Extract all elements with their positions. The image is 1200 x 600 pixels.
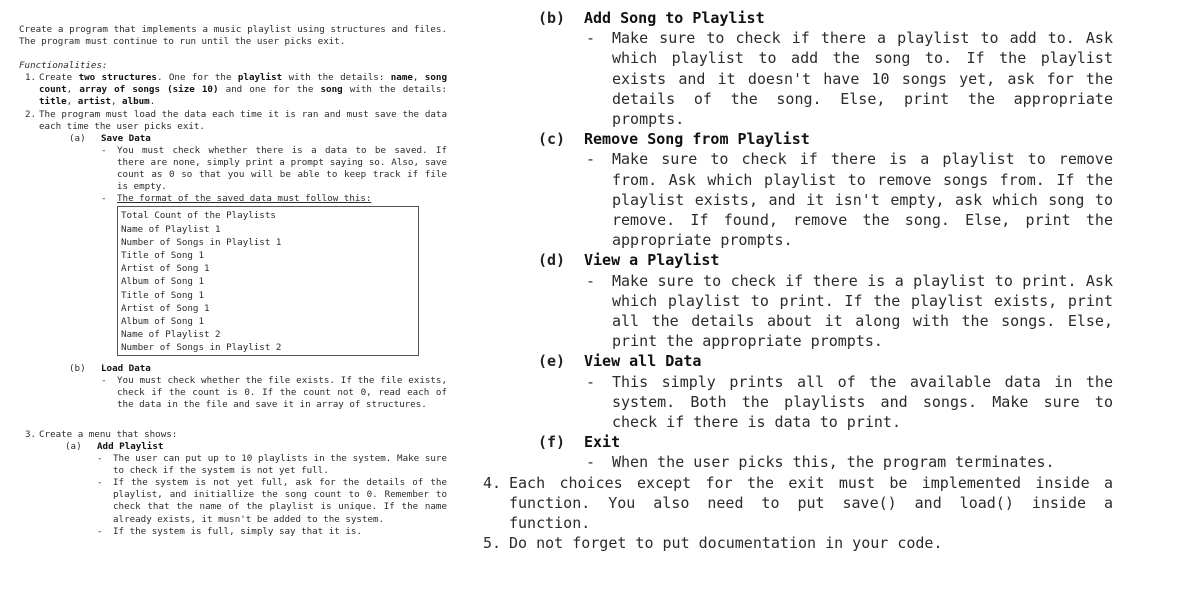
view-playlist-bullet: - Make sure to check if there is a playl… xyxy=(586,271,1113,351)
requirement-item-4: 4. Each choices except for the exit must… xyxy=(483,473,1113,534)
format-line: Total Count of the Playlists xyxy=(121,210,276,222)
format-line: Artist of Song 1 xyxy=(121,263,210,275)
save-data-heading: Save Data xyxy=(101,132,151,144)
add-playlist-section: (a) Add Playlist - The user can put up t… xyxy=(65,441,447,538)
item-number: 4. xyxy=(483,473,502,492)
sub-letter: (e) xyxy=(538,352,566,371)
save-data-section: (a) Save Data - You must check whether t… xyxy=(69,133,447,356)
add-playlist-bullet-3: - If the system is full, simply say that… xyxy=(97,525,362,537)
sub-letter: (d) xyxy=(538,251,566,270)
requirement-item-5: 5. Do not forget to put documentation in… xyxy=(483,533,1113,553)
add-playlist-bullet-1: - The user can put up to 10 playlists in… xyxy=(97,453,447,477)
dash-bullet: - xyxy=(97,525,103,537)
add-playlist-heading: Add Playlist xyxy=(97,441,164,453)
format-line: Number of Songs in Playlist 1 xyxy=(121,236,282,248)
dash-bullet: - xyxy=(586,372,596,391)
dash-bullet: - xyxy=(97,453,103,465)
right-document-page: (b) Add Song to Playlist - Make sure to … xyxy=(483,8,1113,553)
sub-letter: (c) xyxy=(538,130,566,149)
format-line: Artist of Song 1 xyxy=(121,302,210,314)
load-data-section: (b) Load Data - You must check whether t… xyxy=(69,363,447,411)
load-data-heading: Load Data xyxy=(101,362,151,374)
dash-bullet: - xyxy=(586,453,596,472)
item-number: 5. xyxy=(483,534,502,553)
add-song-section: (b) Add Song to Playlist - Make sure to … xyxy=(538,8,1113,129)
remove-song-bullet: - Make sure to check if there is a playl… xyxy=(586,150,1113,250)
item-4-text: Each choices except for the exit must be… xyxy=(509,473,1113,533)
functionalities-label: Functionalities: xyxy=(19,60,108,72)
left-document-page: Create a program that implements a music… xyxy=(19,24,447,538)
format-line: Name of Playlist 2 xyxy=(121,329,221,341)
view-all-data-section: (e) View all Data - This simply prints a… xyxy=(538,351,1113,432)
item-1-text: Create two structures. One for the playl… xyxy=(39,72,447,108)
item-5-text: Do not forget to put documentation in yo… xyxy=(509,534,943,553)
item-3-text: Create a menu that shows: xyxy=(39,428,178,440)
requirement-item-1: 1. Create two structures. One for the pl… xyxy=(19,72,447,108)
requirement-item-3: 3. Create a menu that shows: xyxy=(19,429,447,441)
sub-letter: (f) xyxy=(538,433,566,452)
load-data-bullet-1: - You must check whether the file exists… xyxy=(101,374,447,410)
view-playlist-heading: View a Playlist xyxy=(584,251,720,270)
requirement-item-2: 2. The program must load the data each t… xyxy=(19,109,447,133)
add-song-bullet: - Make sure to check if there a playlist… xyxy=(586,29,1113,129)
format-line: Title of Song 1 xyxy=(121,249,204,261)
save-data-bullet-1: - You must check whether there is a data… xyxy=(101,144,447,193)
exit-bullet: - When the user picks this, the program … xyxy=(586,453,1055,472)
format-line: Number of Songs in Playlist 2 xyxy=(121,342,282,354)
format-line: Title of Song 1 xyxy=(121,289,204,301)
dash-bullet: - xyxy=(101,144,107,156)
item-number: 2. xyxy=(25,108,37,120)
dash-bullet: - xyxy=(97,477,103,489)
dash-bullet: - xyxy=(101,193,107,205)
saved-data-format-box: Total Count of the Playlists Name of Play… xyxy=(117,206,419,356)
item-number: 1. xyxy=(25,72,37,84)
add-song-heading: Add Song to Playlist xyxy=(584,9,765,27)
remove-song-heading: Remove Song from Playlist xyxy=(584,130,810,149)
format-line: Name of Playlist 1 xyxy=(121,223,221,235)
format-line: Album of Song 1 xyxy=(121,315,204,327)
format-line: Album of Song 1 xyxy=(121,276,204,288)
item-2-text: The program must load the data each time… xyxy=(39,108,447,132)
sub-letter: (a) xyxy=(65,441,82,453)
dash-bullet: - xyxy=(586,271,596,290)
dash-bullet: - xyxy=(586,150,596,169)
remove-song-section: (c) Remove Song from Playlist - Make sur… xyxy=(538,129,1113,250)
item-number: 3. xyxy=(25,428,37,440)
sub-letter: (b) xyxy=(538,9,566,27)
add-playlist-bullet-2: - If the system is not yet full, ask for… xyxy=(97,477,447,525)
exit-section: (f) Exit - When the user picks this, the… xyxy=(538,432,1113,472)
sub-letter: (b) xyxy=(69,362,86,374)
view-playlist-section: (d) View a Playlist - Make sure to check… xyxy=(538,250,1113,351)
view-all-data-bullet: - This simply prints all of the availabl… xyxy=(586,372,1113,432)
dash-bullet: - xyxy=(101,374,107,386)
dash-bullet: - xyxy=(586,29,596,48)
exit-heading: Exit xyxy=(584,433,621,452)
intro-paragraph: Create a program that implements a music… xyxy=(19,24,447,48)
save-data-bullet-2: - The format of the saved data must foll… xyxy=(101,193,372,205)
view-all-data-heading: View all Data xyxy=(584,352,702,371)
sub-letter: (a) xyxy=(69,132,86,144)
